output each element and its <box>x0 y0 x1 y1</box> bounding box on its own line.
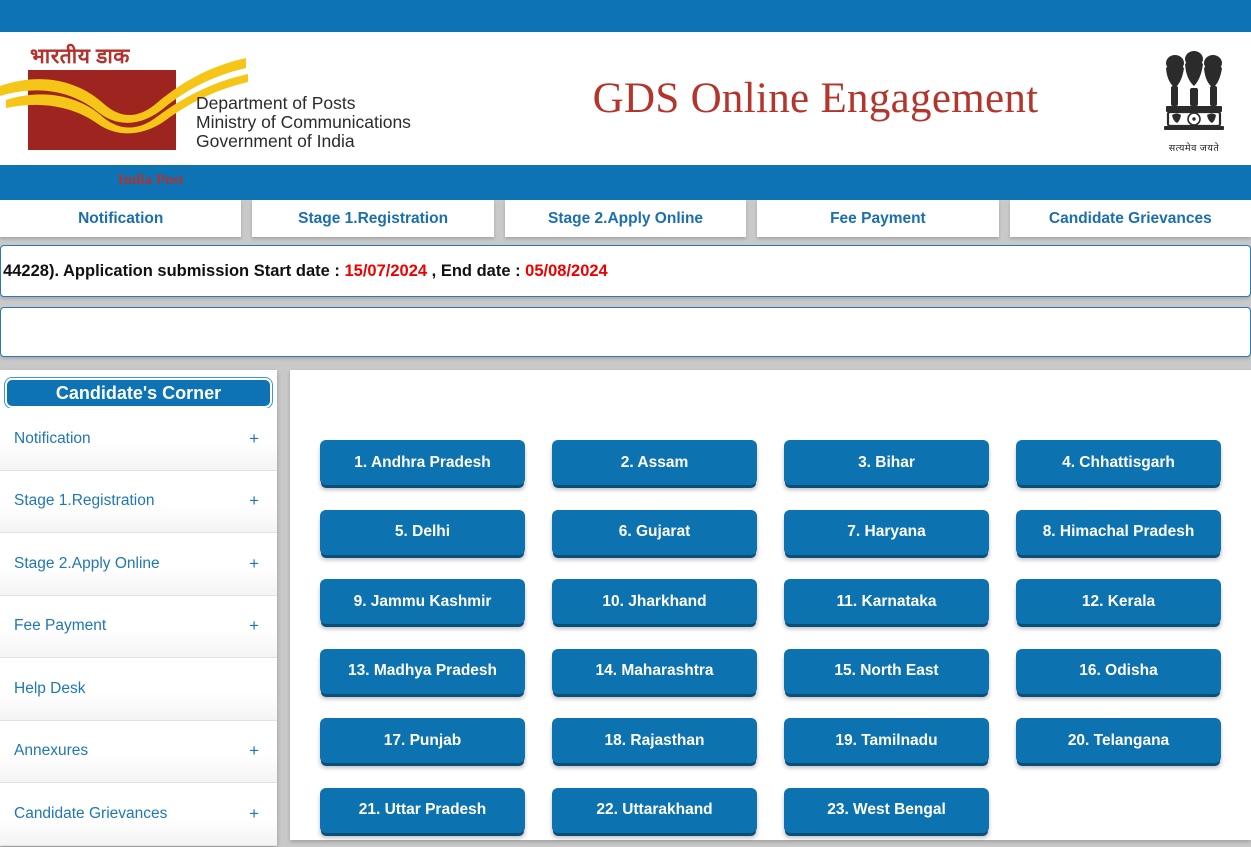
sidebar-item-label: Annexures <box>14 742 89 760</box>
state-button[interactable]: 9. Jammu Kashmir <box>320 579 525 624</box>
tab-notification[interactable]: Notification <box>0 200 242 237</box>
main-nav-tabs: Notification Stage 1.Registration Stage … <box>0 200 1251 237</box>
application-end-date: 05/08/2024 <box>525 261 608 280</box>
sidebar-item-help-desk[interactable]: Help Desk <box>0 658 277 721</box>
sidebar-item-label: Notification <box>14 429 91 447</box>
site-header: भारतीय डाक India Post Department of Post… <box>0 32 1251 188</box>
state-button[interactable]: 14. Maharashtra <box>552 648 757 694</box>
state-button[interactable]: 12. Kerala <box>1016 579 1221 624</box>
sidebar-item-label: Stage 2.Apply Online <box>14 554 160 572</box>
state-button[interactable]: 7. Haryana <box>784 509 989 555</box>
state-button[interactable]: 19. Tamilnadu <box>784 718 989 763</box>
state-button[interactable]: 1. Andhra Pradesh <box>320 440 525 485</box>
state-button[interactable]: 21. Uttar Pradesh <box>320 787 525 833</box>
state-button[interactable]: 8. Himachal Pradesh <box>1016 509 1221 555</box>
expand-plus-icon[interactable]: + <box>249 616 259 636</box>
announcement-prefix: : 44228). Application submission Start d… <box>0 261 345 280</box>
sidebar-item-notification[interactable]: Notification + <box>0 408 277 471</box>
state-button[interactable]: 4. Chhattisgarh <box>1016 440 1221 485</box>
state-button[interactable]: 13. Madhya Pradesh <box>320 648 525 694</box>
page-body: Candidate's Corner Notification + Stage … <box>0 370 1251 846</box>
notice-box <box>0 307 1251 357</box>
emblem-caption: सत्यमेव जयते <box>1168 143 1220 154</box>
state-button[interactable]: 22. Uttarakhand <box>552 787 757 833</box>
sidebar-item-fee-payment[interactable]: Fee Payment + <box>0 595 277 658</box>
sidebar-item-label: Stage 1.Registration <box>14 492 155 510</box>
india-post-logo: भारतीय डाक India Post Department of Post… <box>0 32 470 188</box>
state-button[interactable]: 11. Karnataka <box>784 579 989 624</box>
expand-plus-icon[interactable]: + <box>249 491 259 511</box>
state-button[interactable]: 6. Gujarat <box>552 509 757 555</box>
nav-accent-bar <box>0 165 1251 200</box>
state-button[interactable]: 16. Odisha <box>1016 648 1221 694</box>
tab-stage-2-apply-online[interactable]: Stage 2.Apply Online <box>504 200 747 237</box>
state-button[interactable]: 10. Jharkhand <box>552 579 757 624</box>
sidebar-item-candidate-grievances[interactable]: Candidate Grievances + <box>0 783 277 846</box>
expand-plus-icon[interactable]: + <box>249 429 259 449</box>
sidebar-title: Candidate's Corner <box>5 378 272 408</box>
state-button[interactable]: 18. Rajasthan <box>552 718 757 763</box>
logo-india-post-text: India Post <box>118 172 184 188</box>
sidebar-item-label: Fee Payment <box>14 617 107 635</box>
state-button[interactable]: 23. West Bengal <box>784 787 989 833</box>
top-accent-bar <box>0 0 1251 32</box>
expand-plus-icon[interactable]: + <box>249 741 259 761</box>
tab-stage-1-registration[interactable]: Stage 1.Registration <box>252 200 494 237</box>
sidebar-item-label: Help Desk <box>14 679 86 697</box>
application-start-date: 15/07/2024 <box>344 261 428 280</box>
candidates-corner-sidebar: Candidate's Corner Notification + Stage … <box>0 370 277 846</box>
tab-fee-payment[interactable]: Fee Payment <box>757 200 999 237</box>
department-lines: Department of Posts Ministry of Communic… <box>196 93 411 151</box>
announcement-marquee: : 44228). Application submission Start d… <box>0 245 1251 297</box>
content-panel: 1. Andhra Pradesh 2. Assam 3. Bihar 4. C… <box>290 370 1251 840</box>
state-button[interactable]: 3. Bihar <box>784 440 989 485</box>
state-circle-grid: 1. Andhra Pradesh 2. Assam 3. Bihar 4. C… <box>320 440 1221 833</box>
state-button[interactable]: 20. Telangana <box>1016 718 1221 763</box>
sidebar-item-stage-1-registration[interactable]: Stage 1.Registration + <box>0 470 277 533</box>
announcement-text: : 44228). Application submission Start d… <box>0 261 608 281</box>
sidebar-item-stage-2-apply-online[interactable]: Stage 2.Apply Online + <box>0 533 277 596</box>
state-button[interactable]: 5. Delhi <box>320 509 525 555</box>
tab-candidate-grievances[interactable]: Candidate Grievances <box>1009 200 1251 237</box>
sidebar-item-annexures[interactable]: Annexures + <box>0 720 277 783</box>
state-button[interactable]: 15. North East <box>784 648 989 694</box>
page-title: GDS Online Engagement <box>592 75 1039 122</box>
announcement-middle: , End date : <box>427 261 526 280</box>
ashoka-lion-capital-icon <box>1164 50 1224 130</box>
expand-plus-icon[interactable]: + <box>249 804 259 824</box>
national-emblem: सत्यमेव जयते <box>1149 32 1239 165</box>
expand-plus-icon[interactable]: + <box>249 554 259 574</box>
logo-hindi-text: भारतीय डाक <box>30 44 130 68</box>
state-button[interactable]: 2. Assam <box>552 440 757 485</box>
sidebar-item-label: Candidate Grievances <box>14 804 168 822</box>
state-button[interactable]: 17. Punjab <box>320 718 525 763</box>
